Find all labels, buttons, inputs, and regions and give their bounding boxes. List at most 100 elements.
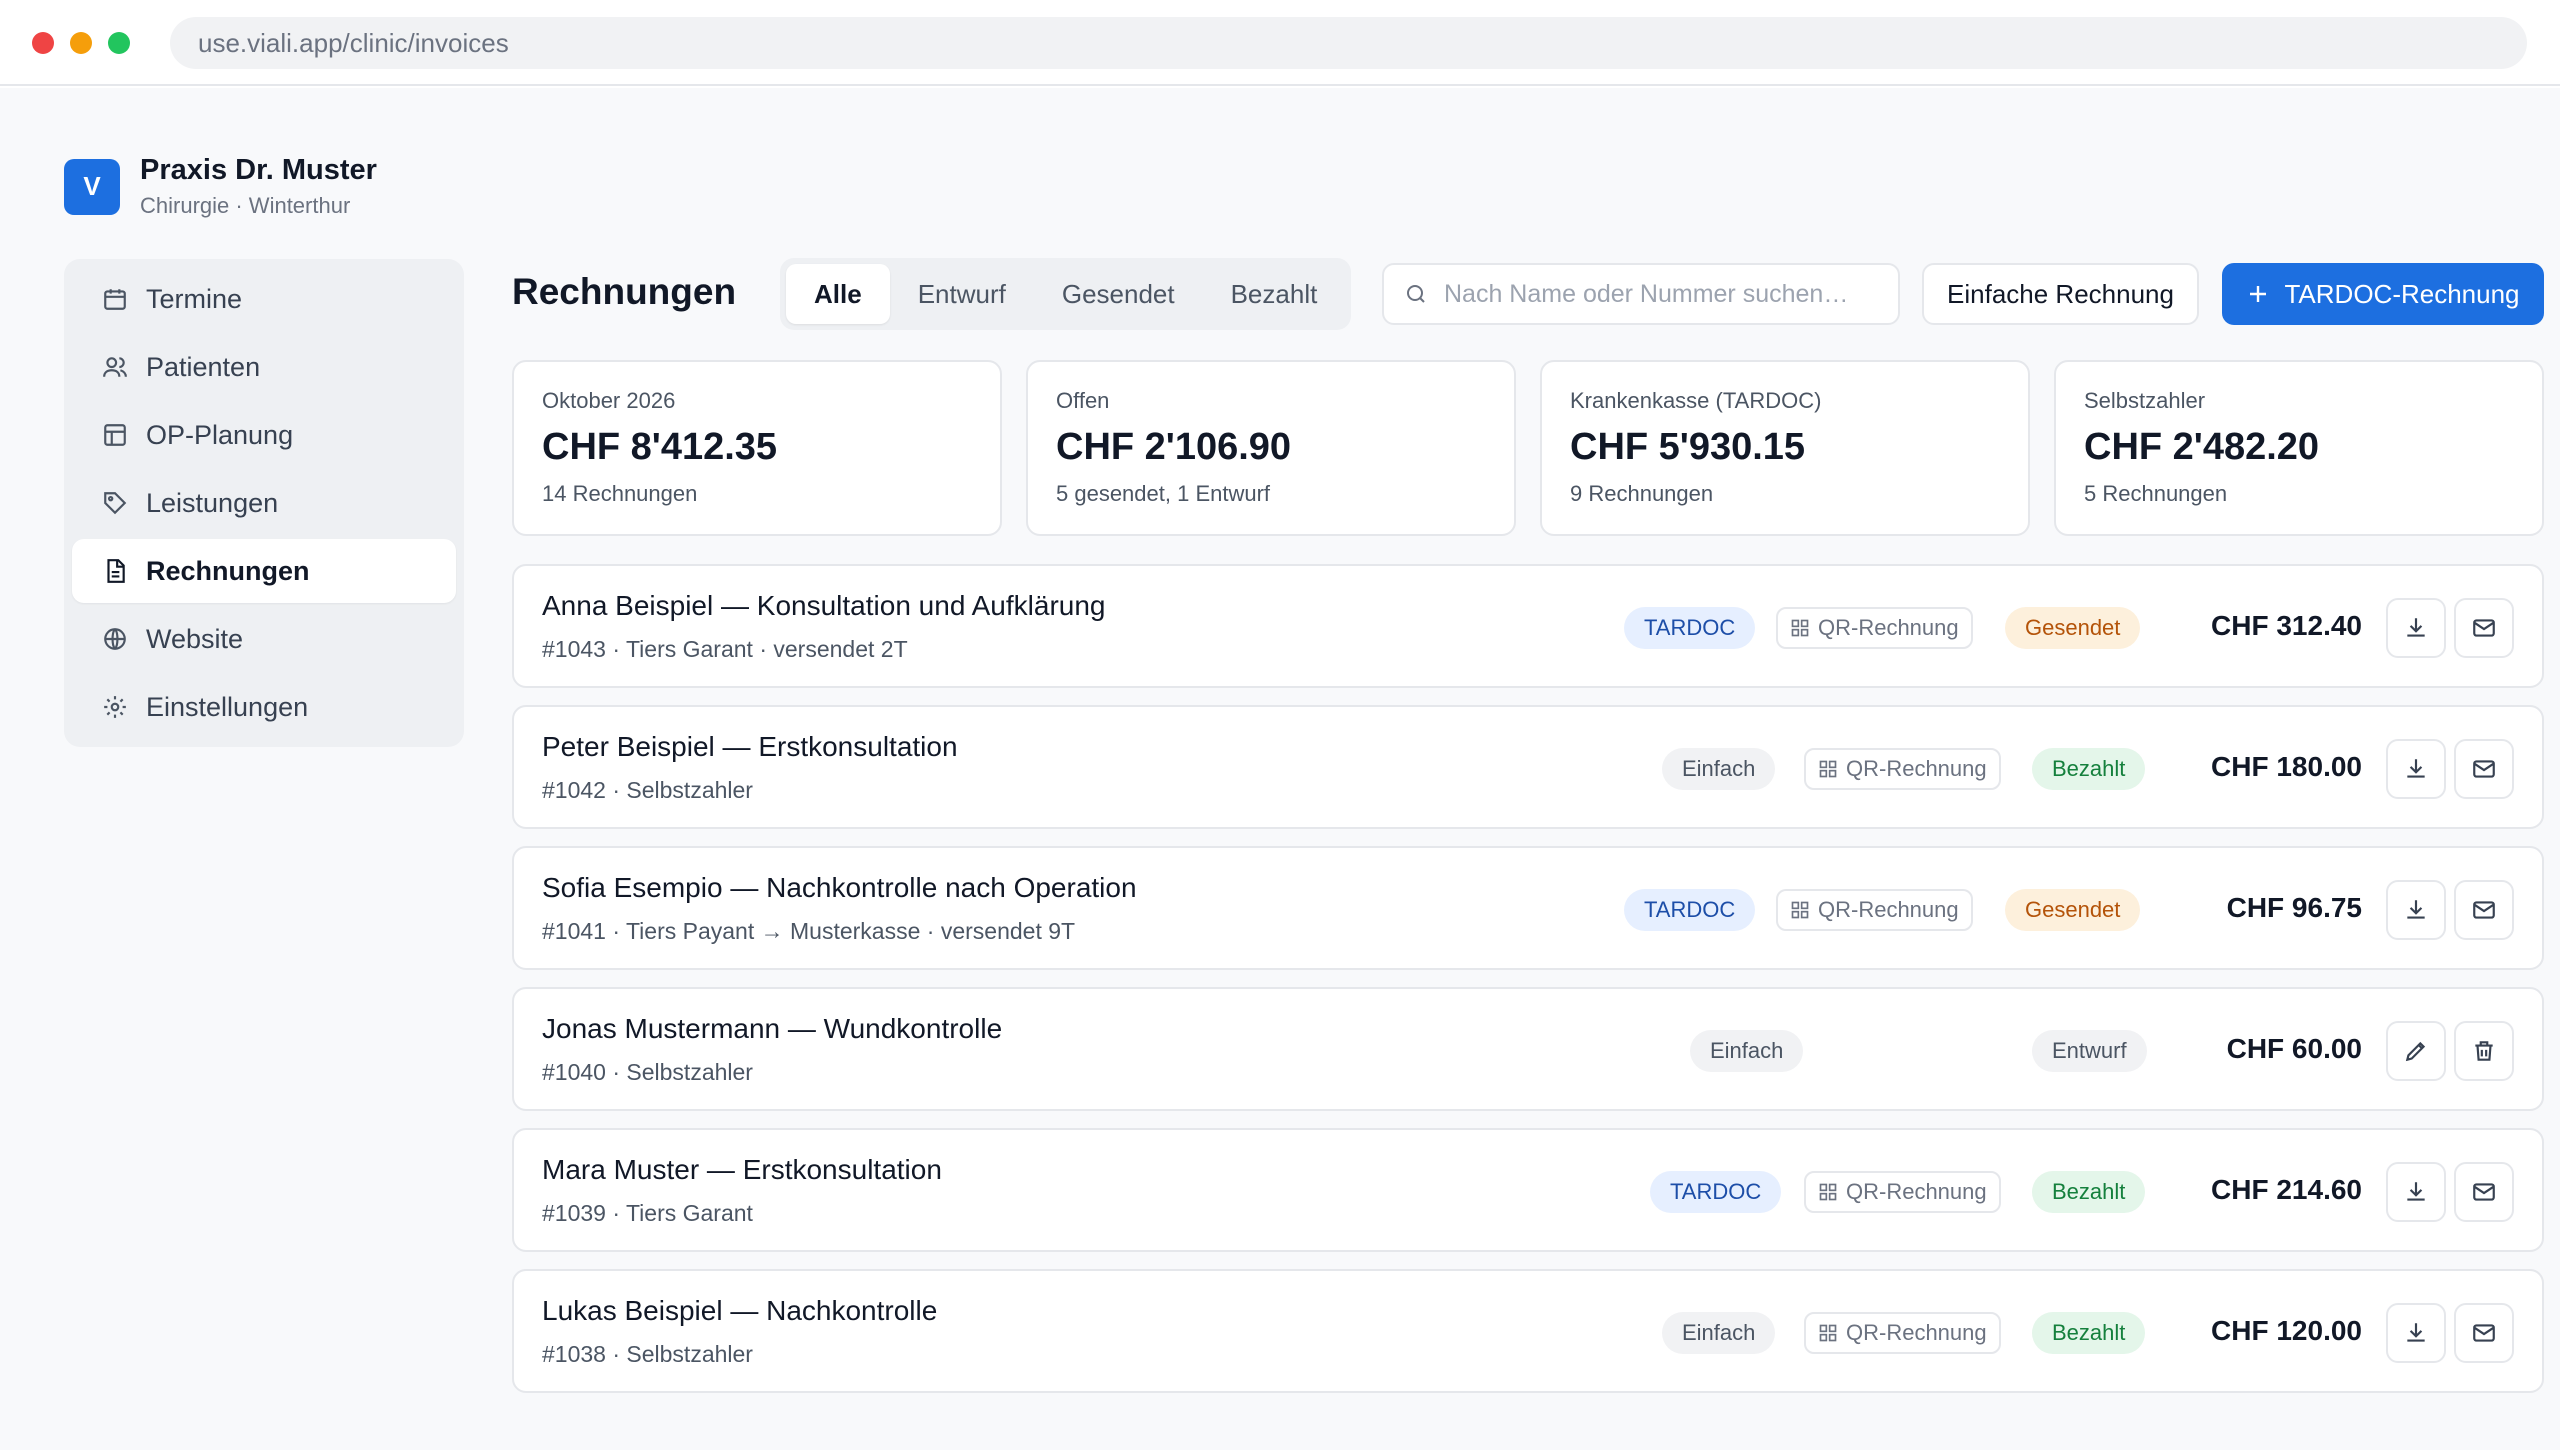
status-badge: Gesendet (2005, 607, 2141, 649)
type-badge: TARDOC (1650, 1171, 1782, 1213)
qr-badge: QR-Rechnung (1804, 748, 2001, 790)
sidebar-item-website[interactable]: Website (72, 607, 456, 671)
stat-sub: 14 Rechnungen (542, 481, 698, 506)
type-badge: Einfach (1662, 748, 1776, 790)
qr-icon (1819, 760, 1837, 778)
qr-label: QR-Rechnung (1846, 1320, 1987, 1345)
sidebar-item-label: Einstellungen (146, 691, 309, 722)
invoice-title: Mara Muster — Erstkonsultation (542, 1154, 942, 1185)
send-mail-button[interactable] (2454, 739, 2514, 799)
pencil-icon (2405, 1041, 2426, 1062)
qr-icon (1819, 1324, 1837, 1342)
invoice-meta: #1042 · Selbstzahler (542, 777, 753, 803)
invoice-meta: #1040 · Selbstzahler (542, 1059, 753, 1085)
sidebar-item-einstellungen[interactable]: Einstellungen (72, 675, 456, 739)
invoice-row[interactable]: Mara Muster — Erstkonsultation #1039 · T… (512, 1128, 2544, 1252)
calendar-icon (104, 289, 126, 310)
download-button[interactable] (2386, 739, 2446, 799)
invoice-amount: CHF 60.00 (2226, 1033, 2362, 1064)
type-badge: Einfach (1662, 1312, 1776, 1354)
download-button[interactable] (2386, 598, 2446, 658)
status-tabs: Alle Entwurf Gesendet Bezahlt (780, 258, 1352, 330)
sidebar-item-label: Patienten (146, 351, 261, 382)
mail-icon (2473, 1324, 2495, 1342)
send-mail-button[interactable] (2454, 598, 2514, 658)
invoice-title: Lukas Beispiel — Nachkontrolle (542, 1295, 938, 1326)
tab-gesendet[interactable]: Gesendet (1034, 264, 1203, 324)
invoice-title: Peter Beispiel — Erstkonsultation (542, 731, 958, 762)
sidebar-item-label: Rechnungen (146, 555, 310, 586)
stat-value: CHF 2'482.20 (2084, 426, 2320, 468)
sidebar-item-op-planung[interactable]: OP-Planung (72, 403, 456, 467)
send-mail-button[interactable] (2454, 1303, 2514, 1363)
qr-label: QR-Rechnung (1846, 1179, 1987, 1204)
sidebar-item-rechnungen[interactable]: Rechnungen (72, 539, 456, 603)
stat-label: Krankenkasse (TARDOC) (1570, 388, 1822, 413)
search-icon (1407, 285, 1425, 303)
type-badge: TARDOC (1624, 889, 1756, 931)
qr-icon (1791, 619, 1809, 637)
qr-label: QR-Rechnung (1846, 756, 1987, 781)
invoice-title: Anna Beispiel — Konsultation und Aufklär… (542, 590, 1106, 621)
qr-label: QR-Rechnung (1818, 897, 1959, 922)
invoice-row[interactable]: Anna Beispiel — Konsultation und Aufklär… (512, 564, 2544, 688)
download-button[interactable] (2386, 1303, 2446, 1363)
mail-icon (2473, 760, 2495, 778)
sidebar-item-termine[interactable]: Termine (72, 267, 456, 331)
stat-value: CHF 2'106.90 (1056, 426, 1292, 468)
address-bar[interactable]: use.viali.app/clinic/invoices (170, 17, 2527, 69)
search-input[interactable] (1444, 279, 1884, 309)
file-text-icon (107, 559, 125, 583)
sidebar-item-label: OP-Planung (146, 419, 294, 450)
simple-invoice-button[interactable]: Einfache Rechnung (1922, 263, 2199, 325)
tab-alle[interactable]: Alle (786, 264, 890, 324)
sidebar-item-patienten[interactable]: Patienten (72, 335, 456, 399)
stat-card-month: Oktober 2026 CHF 8'412.35 14 Rechnungen (512, 360, 1002, 536)
invoice-title: Sofia Esempio — Nachkontrolle nach Opera… (542, 872, 1137, 903)
edit-button[interactable] (2386, 1021, 2446, 1081)
tab-bezahlt[interactable]: Bezahlt (1203, 264, 1346, 324)
send-mail-button[interactable] (2454, 880, 2514, 940)
tardoc-invoice-label: TARDOC-Rechnung (2284, 278, 2520, 309)
globe-icon (104, 628, 126, 650)
browser-chrome: use.viali.app/clinic/invoices (0, 0, 2560, 86)
stat-sub: 9 Rechnungen (1570, 481, 1714, 506)
download-button[interactable] (2386, 880, 2446, 940)
invoice-row[interactable]: Lukas Beispiel — Nachkontrolle #1038 · S… (512, 1269, 2544, 1393)
minimize-window-dot[interactable] (70, 32, 92, 54)
download-icon (2407, 759, 2425, 778)
invoice-amount: CHF 214.60 (2211, 1174, 2362, 1205)
qr-badge: QR-Rechnung (1776, 607, 1973, 649)
tardoc-invoice-button[interactable]: TARDOC-Rechnung (2222, 263, 2544, 325)
download-icon (2407, 900, 2425, 919)
sidebar-item-label: Website (146, 623, 244, 654)
layout-icon (104, 424, 126, 446)
stat-card-self-pay: Selbstzahler CHF 2'482.20 5 Rechnungen (2054, 360, 2544, 536)
status-badge: Bezahlt (2032, 1171, 2146, 1213)
stat-card-insurance: Krankenkasse (TARDOC) CHF 5'930.15 9 Rec… (1540, 360, 2030, 536)
invoice-row[interactable]: Sofia Esempio — Nachkontrolle nach Opera… (512, 846, 2544, 970)
tag-icon (104, 492, 127, 515)
download-button[interactable] (2386, 1162, 2446, 1222)
gear-icon (104, 696, 126, 718)
delete-button[interactable] (2454, 1021, 2514, 1081)
qr-icon (1819, 1183, 1837, 1201)
close-window-dot[interactable] (32, 32, 54, 54)
invoice-row[interactable]: Jonas Mustermann — Wundkontrolle #1040 ·… (512, 987, 2544, 1111)
invoice-amount: CHF 180.00 (2211, 751, 2362, 782)
sidebar-item-leistungen[interactable]: Leistungen (72, 471, 456, 535)
invoice-row[interactable]: Peter Beispiel — Erstkonsultation #1042 … (512, 705, 2544, 829)
tab-entwurf[interactable]: Entwurf (890, 264, 1034, 324)
users-icon (103, 357, 127, 377)
qr-badge: QR-Rechnung (1804, 1171, 2001, 1213)
maximize-window-dot[interactable] (108, 32, 130, 54)
mail-icon (2473, 1183, 2495, 1201)
mail-icon (2473, 901, 2495, 919)
search-box (1382, 263, 1900, 325)
trash-icon (2475, 1041, 2493, 1061)
sidebar-item-label: Termine (146, 283, 243, 314)
invoice-meta: #1039 · Tiers Garant (542, 1200, 753, 1226)
app-area: V Praxis Dr. Muster Chirurgie · Winterth… (0, 88, 2560, 1450)
download-icon (2407, 618, 2425, 637)
send-mail-button[interactable] (2454, 1162, 2514, 1222)
